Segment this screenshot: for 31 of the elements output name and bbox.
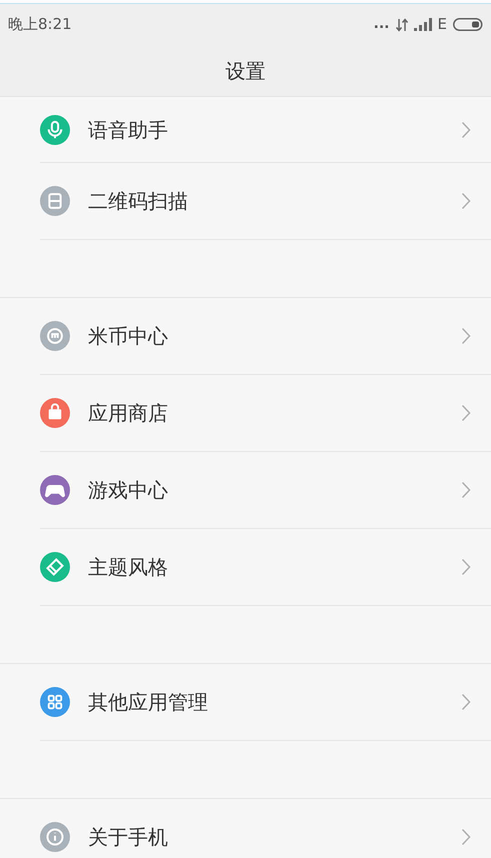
chevron-right-icon — [461, 192, 471, 210]
chevron-right-icon — [461, 558, 471, 576]
item-label: 关于手机 — [88, 824, 169, 851]
battery-icon — [453, 18, 483, 31]
settings-item[interactable]: 二维码扫描 — [0, 163, 491, 240]
settings-item[interactable]: 关于手机 — [0, 799, 491, 858]
chevron-right-icon — [461, 404, 471, 422]
chevron-right-icon — [461, 481, 471, 499]
item-label: 主题风格 — [88, 554, 169, 581]
settings-item[interactable]: 语音助手 — [0, 97, 491, 163]
item-label: 二维码扫描 — [88, 188, 189, 215]
status-time: 晚上8:21 — [8, 14, 72, 36]
item-label: 语音助手 — [88, 116, 169, 144]
settings-item[interactable]: 游戏中心 — [0, 452, 491, 529]
chevron-right-icon — [461, 120, 471, 138]
item-label: 其他应用管理 — [88, 689, 209, 716]
settings-item[interactable]: 应用商店 — [0, 375, 491, 452]
network-type: E — [438, 14, 447, 36]
settings-item[interactable]: 米币中心 — [0, 298, 491, 375]
item-label: 米币中心 — [88, 323, 169, 350]
item-label: 游戏中心 — [88, 477, 169, 504]
signal-icon — [414, 18, 432, 31]
settings-item[interactable]: 主题风格 — [0, 529, 491, 606]
item-label: 应用商店 — [88, 400, 169, 427]
notification-dots: ... — [374, 15, 390, 34]
data-arrows-icon — [396, 18, 408, 32]
page-title: 设置 — [226, 58, 266, 84]
chevron-right-icon — [461, 828, 471, 846]
chevron-right-icon — [461, 693, 471, 711]
settings-item[interactable]: 其他应用管理 — [0, 664, 491, 741]
chevron-right-icon — [461, 327, 471, 345]
